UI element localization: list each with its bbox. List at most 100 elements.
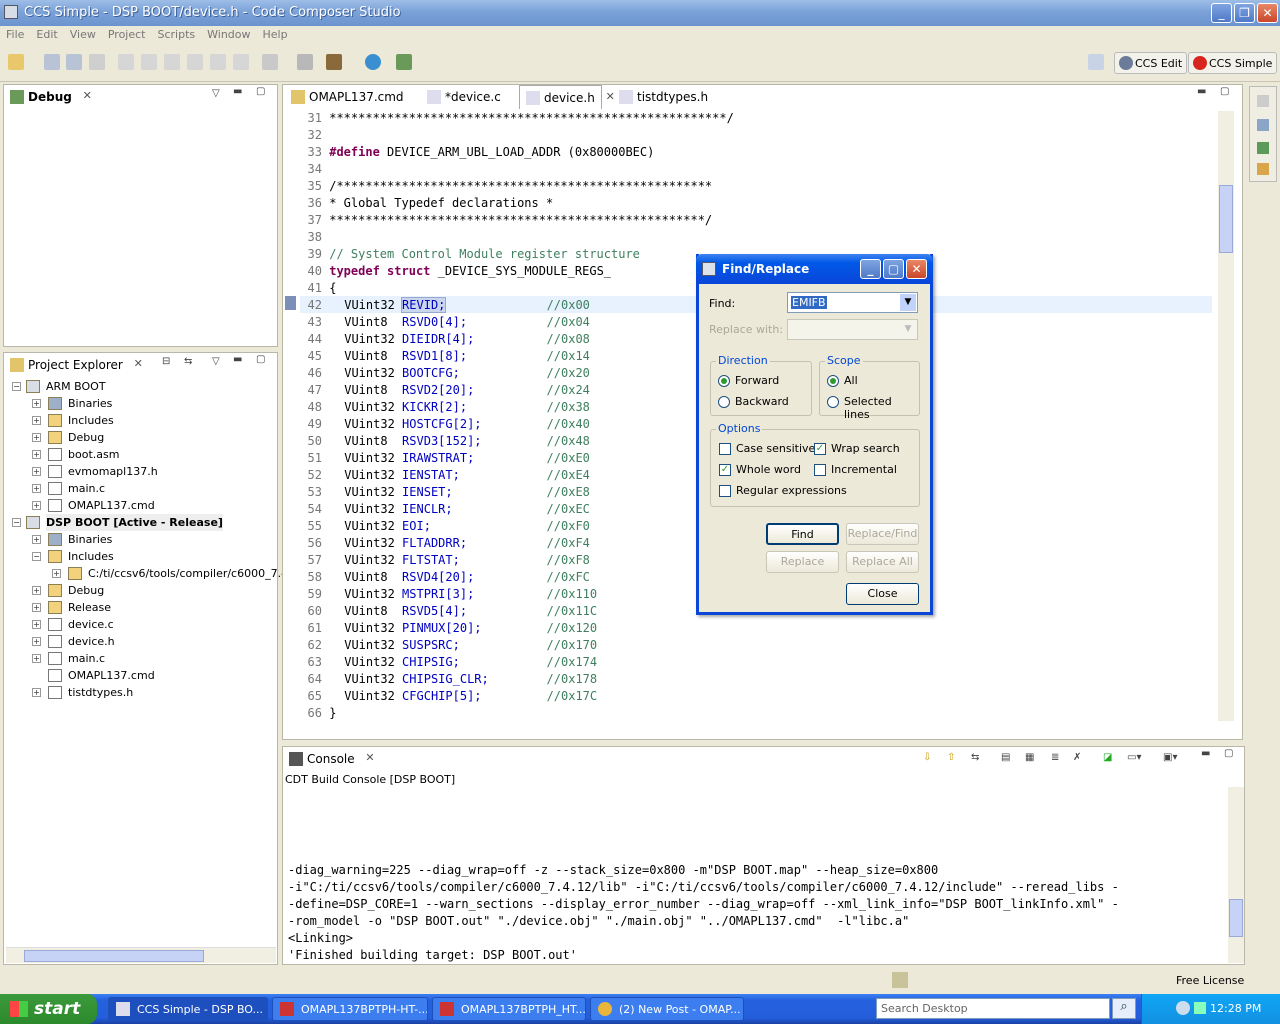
taskbar-item-ccs[interactable]: CCS Simple - DSP BO... xyxy=(108,997,268,1021)
chevron-down-icon[interactable]: ▼ xyxy=(900,294,916,311)
step-into-icon[interactable] xyxy=(187,54,203,70)
suspend-icon[interactable] xyxy=(141,54,157,70)
view-menu-icon[interactable]: ▽ xyxy=(212,88,220,99)
search-icon[interactable] xyxy=(365,54,381,70)
code-text[interactable]: 31 *************************************… xyxy=(300,110,734,722)
restore-icon[interactable] xyxy=(1257,95,1269,107)
scrollbar-thumb[interactable] xyxy=(24,950,204,962)
close-button[interactable]: ✕ xyxy=(1257,3,1278,23)
menu-scripts[interactable]: Scripts xyxy=(151,26,201,41)
minimize-icon[interactable]: ▬ xyxy=(233,86,242,97)
scrollbar-thumb[interactable] xyxy=(1219,185,1233,253)
arrow-down-icon[interactable]: ⇩ xyxy=(923,752,931,763)
find-input[interactable]: EMIFB xyxy=(791,296,827,309)
scope-selected-radio[interactable] xyxy=(827,396,839,408)
debug-icon[interactable] xyxy=(262,54,278,70)
dialog-minimize-button[interactable]: _ xyxy=(860,259,881,279)
sync-icon[interactable] xyxy=(892,972,908,988)
step-over-icon[interactable] xyxy=(210,54,226,70)
problems-icon[interactable] xyxy=(1257,142,1269,154)
new-console-icon[interactable]: ▣▾ xyxy=(1163,752,1177,763)
tab-console[interactable]: Console ✕ xyxy=(283,747,375,771)
tree-item[interactable]: + device.c xyxy=(12,616,282,633)
open-console-icon[interactable]: ◪ xyxy=(1103,752,1112,763)
open-perspective-icon[interactable] xyxy=(1088,54,1104,70)
menu-edit[interactable]: Edit xyxy=(30,26,63,41)
network-icon[interactable] xyxy=(1194,1002,1206,1014)
save-all-icon[interactable] xyxy=(66,54,82,70)
tree-item[interactable]: + main.c xyxy=(12,480,282,497)
taskbar-item-browser[interactable]: (2) New Post - OMAP... xyxy=(590,997,744,1021)
remove-launch-icon[interactable]: ✗ xyxy=(1073,752,1081,763)
tree-item[interactable]: − Includes xyxy=(12,548,282,565)
menu-file[interactable]: File xyxy=(0,26,30,41)
scope-all-radio[interactable] xyxy=(827,375,839,387)
display-console-icon[interactable]: ▭▾ xyxy=(1127,752,1141,763)
scroll-lock-icon[interactable]: ⇆ xyxy=(971,752,979,763)
start-button[interactable]: start xyxy=(0,994,97,1024)
close-dialog-button[interactable]: Close xyxy=(846,583,919,605)
taskbar-item-pdf-1[interactable]: OMAPL137BPTPH-HT-... xyxy=(272,997,428,1021)
forward-radio[interactable] xyxy=(718,375,730,387)
close-icon[interactable]: ✕ xyxy=(134,357,143,370)
wrap-search-checkbox[interactable]: ✓ xyxy=(814,443,826,455)
maximize-icon[interactable]: ▢ xyxy=(256,354,265,365)
incremental-checkbox[interactable] xyxy=(814,464,826,476)
minimize-icon[interactable]: ▬ xyxy=(1201,748,1210,759)
vertical-scrollbar[interactable] xyxy=(1218,111,1234,721)
dialog-maximize-button[interactable]: ▢ xyxy=(883,259,904,279)
tree-project-dsp-boot[interactable]: − DSP BOOT [Active - Release] xyxy=(12,514,282,531)
tree-item[interactable]: + boot.asm xyxy=(12,446,282,463)
arrow-up-icon[interactable]: ⇧ xyxy=(947,752,955,763)
view-menu-icon[interactable]: ▽ xyxy=(212,356,220,367)
tree-item-include-path[interactable]: + C:/ti/ccsv6/tools/compiler/c6000_7.4.12 xyxy=(12,565,306,582)
terminate-icon[interactable] xyxy=(164,54,180,70)
replace-combo[interactable]: ▼ xyxy=(787,319,918,340)
horizontal-scrollbar[interactable] xyxy=(6,947,276,963)
save-icon[interactable] xyxy=(44,54,60,70)
tree-item[interactable]: + Debug xyxy=(12,429,282,446)
tab-project-explorer[interactable]: Project Explorer ✕ xyxy=(4,353,143,377)
find-button[interactable]: Find xyxy=(766,523,839,545)
collapse-all-icon[interactable]: ⊟ xyxy=(162,356,170,367)
tree-item[interactable]: + Binaries xyxy=(12,395,282,412)
perspective-ccs-simple[interactable]: CCS Simple xyxy=(1188,52,1278,74)
maximize-icon[interactable]: ▢ xyxy=(1220,86,1229,97)
maximize-icon[interactable]: ▢ xyxy=(256,86,265,97)
tree-item[interactable]: + Includes xyxy=(12,412,282,429)
tab-omapl137-cmd[interactable]: OMAPL137.cmd xyxy=(285,85,410,109)
menu-project[interactable]: Project xyxy=(102,26,152,41)
menu-help[interactable]: Help xyxy=(257,26,294,41)
tab-tistdtypes-h[interactable]: tistdtypes.h xyxy=(613,85,714,109)
tray-expand-icon[interactable] xyxy=(1176,1001,1190,1015)
restart-icon[interactable] xyxy=(297,54,313,70)
tab-device-c[interactable]: *device.c xyxy=(421,85,507,109)
tree-item[interactable]: + tistdtypes.h xyxy=(12,684,282,701)
maximize-button[interactable]: ❐ xyxy=(1234,3,1255,23)
console-output[interactable]: -diag_warning=225 --diag_wrap=off -z --s… xyxy=(288,795,1228,963)
menu-view[interactable]: View xyxy=(64,26,102,41)
step-return-icon[interactable] xyxy=(233,54,249,70)
replace-find-button[interactable]: Replace/Find xyxy=(846,523,919,545)
print-icon[interactable] xyxy=(89,54,105,70)
tree-item[interactable]: + evmomapl137.h xyxy=(12,463,282,480)
whole-word-checkbox[interactable]: ✓ xyxy=(719,464,731,476)
outline-icon[interactable] xyxy=(1257,119,1269,131)
scrollbar-thumb[interactable] xyxy=(1229,899,1243,937)
tab-device-h[interactable]: device.h ✕ xyxy=(519,85,615,109)
tree-item[interactable]: + main.c xyxy=(12,650,282,667)
tree-item[interactable]: + Release xyxy=(12,599,282,616)
clear-console-icon[interactable]: ▤ xyxy=(1001,752,1010,763)
bug-icon[interactable] xyxy=(396,54,412,70)
backward-radio[interactable] xyxy=(718,396,730,408)
regex-checkbox[interactable] xyxy=(719,485,731,497)
perspective-ccs-edit[interactable]: CCS Edit xyxy=(1114,52,1188,74)
tasks-icon[interactable] xyxy=(1257,163,1269,175)
minimize-icon[interactable]: ▬ xyxy=(233,354,242,365)
tree-item[interactable]: OMAPL137.cmd xyxy=(12,667,282,684)
chevron-down-icon[interactable]: ▼ xyxy=(900,321,916,338)
close-icon[interactable]: ✕ xyxy=(365,751,374,764)
maximize-icon[interactable]: ▢ xyxy=(1224,748,1233,759)
case-sensitive-checkbox[interactable] xyxy=(719,443,731,455)
minimize-button[interactable]: _ xyxy=(1211,3,1232,23)
